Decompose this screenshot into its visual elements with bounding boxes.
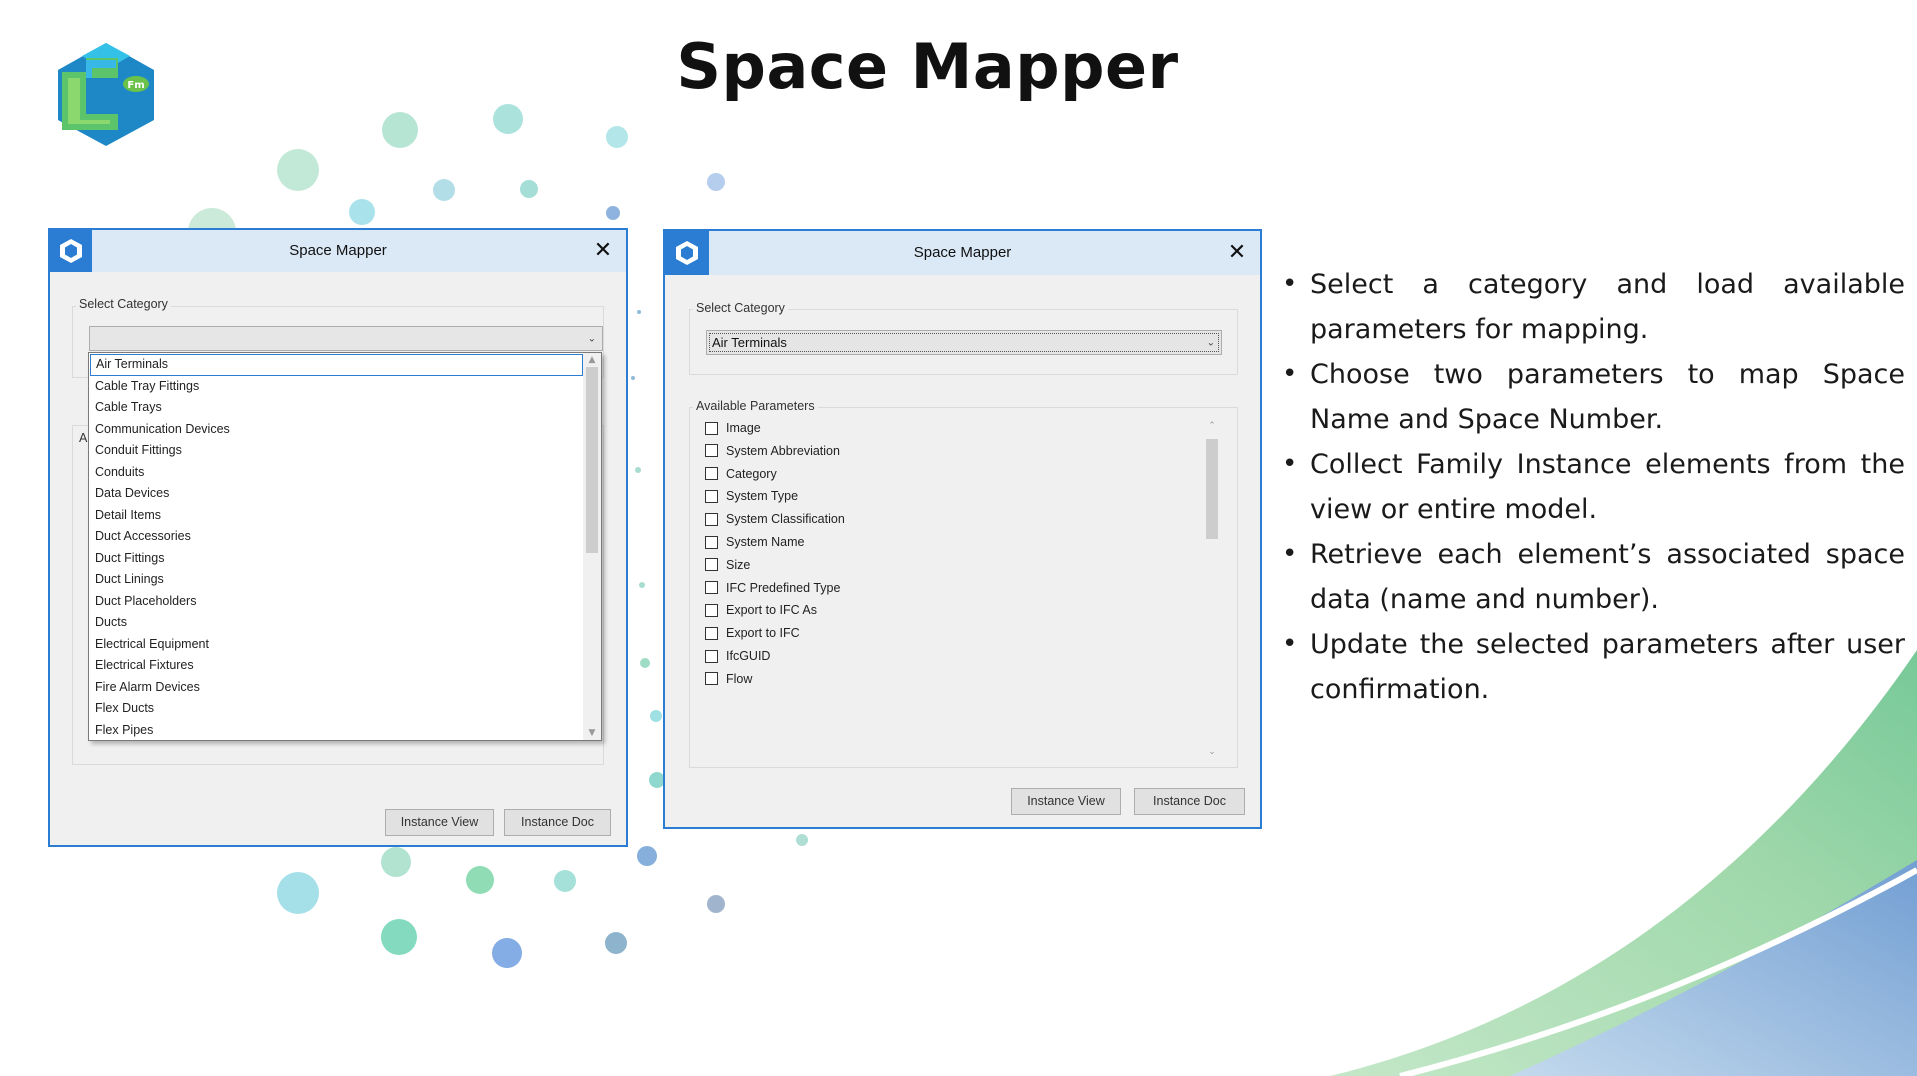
parameter-checkbox[interactable] [705,535,718,549]
dropdown-item[interactable]: Cable Tray Fittings [90,376,583,398]
dropdown-item[interactable]: Conduits [90,462,583,484]
chevron-down-icon[interactable]: ▼ [583,726,601,740]
parameter-row[interactable]: System Type [705,485,798,507]
parameter-label: System Abbreviation [726,443,840,458]
dropdown-item[interactable]: Electrical Equipment [90,634,583,656]
corner-swoosh [1330,650,1917,1076]
parameter-checkbox[interactable] [705,512,718,526]
parameter-checkbox[interactable] [705,558,718,572]
parameter-label: System Classification [726,512,845,527]
dropdown-item[interactable]: Fire Alarm Devices [90,677,583,699]
scroll-thumb[interactable] [1206,439,1218,539]
parameter-label: IFC Predefined Type [726,580,841,595]
dropdown-item[interactable]: Data Devices [90,483,583,505]
dropdown-item[interactable]: Duct Accessories [90,526,583,548]
parameter-row[interactable]: Export to IFC As [705,599,817,621]
window-title: Space Mapper [913,244,1012,261]
bullet-item: Update the selected parameters after use… [1282,622,1905,712]
dropdown-item[interactable]: Cable Trays [90,397,583,419]
parameter-checkbox[interactable] [705,672,718,686]
feature-bullet-list: Select a category and load available par… [1280,262,1905,712]
instance-view-button[interactable]: Instance View [1011,788,1121,815]
dropdown-item[interactable]: Flex Ducts [90,698,583,720]
parameter-checkbox[interactable] [705,489,718,503]
parameter-label: Flow [726,671,753,686]
parameter-checkbox[interactable] [705,626,718,640]
bullet-item: Select a category and load available par… [1282,262,1905,352]
left-space-mapper-window: Space Mapper ✕ Select Category ⌄ A Insta… [48,228,628,847]
chevron-down-icon[interactable]: ⌄ [1203,745,1221,759]
parameter-checkbox[interactable] [705,421,718,435]
parameter-checkbox[interactable] [705,467,718,481]
dropdown-item[interactable]: Conduit Fittings [90,440,583,462]
dropdown-item[interactable]: Detail Items [90,505,583,527]
dropdown-item[interactable]: Duct Fittings [90,548,583,570]
bullet-item: Collect Family Instance elements from th… [1282,442,1905,532]
parameter-row[interactable]: Export to IFC [705,622,800,644]
combo-value: Air Terminals [712,335,787,350]
parameter-row[interactable]: Image [705,417,761,439]
parameter-label: Export to IFC [726,626,800,641]
available-parameters-label: Available Parameters [693,399,818,413]
chevron-up-icon[interactable]: ▲ [583,353,601,367]
parameter-row[interactable]: Flow [705,668,752,690]
parameter-row[interactable]: IfcGUID [705,645,770,667]
parameter-label: IfcGUID [726,649,771,663]
scroll-thumb[interactable] [586,367,598,553]
close-icon[interactable]: ✕ [588,236,618,266]
dropdown-item[interactable]: Duct Placeholders [90,591,583,613]
instance-view-button[interactable]: Instance View [385,809,494,836]
dropdown-item[interactable]: Communication Devices [90,419,583,441]
chevron-down-icon: ⌄ [1206,337,1215,348]
parameter-row[interactable]: Size [705,554,750,576]
bullet-item: Choose two parameters to map Space Name … [1282,352,1905,442]
dropdown-items: Air Terminals Cable Tray Fittings Cable Tr… [90,354,583,741]
parameter-row[interactable]: Category [705,463,777,485]
parameter-label: Category [726,466,777,481]
close-icon[interactable]: ✕ [1222,238,1252,268]
parameter-label: Image [726,421,761,435]
parameter-checkbox[interactable] [705,603,718,617]
category-combobox[interactable]: Air Terminals ⌄ [706,330,1222,355]
window-title: Space Mapper [289,242,387,259]
parameter-row[interactable]: System Abbreviation [705,440,840,462]
parameter-row[interactable]: System Name [705,531,805,553]
parameter-row[interactable]: IFC Predefined Type [705,577,840,599]
dropdown-item[interactable]: Electrical Fixtures [90,655,583,677]
chevron-up-icon[interactable]: ⌃ [1203,419,1221,433]
dropdown-item[interactable]: Duct Linings [90,569,583,591]
dropdown-scrollbar[interactable]: ▲ ▼ [583,353,601,740]
parameter-label: Size [726,557,751,572]
company-logo: Fm [58,43,154,146]
parameter-label: Export to IFC As [726,603,818,618]
bullet-item: Retrieve each element’s associated space… [1282,532,1905,622]
right-space-mapper-window: Space Mapper ✕ Select Category Air Termi… [663,229,1262,829]
parameter-label: System Type [726,489,799,504]
parameters-scrollbar[interactable]: ⌃ ⌄ [1203,419,1221,759]
page-title: Space Mapper [676,30,1179,103]
hex-logo-icon [665,231,709,275]
chevron-down-icon: ⌄ [587,333,596,344]
dropdown-item[interactable]: Air Terminals [90,354,583,376]
category-dropdown-list[interactable]: Air Terminals Cable Tray Fittings Cable Tr… [88,352,602,741]
dropdown-item[interactable]: Flex Pipes [90,720,583,741]
dropdown-item[interactable]: Ducts [90,612,583,634]
instance-doc-button[interactable]: Instance Doc [504,809,611,836]
parameter-label: System Name [726,535,805,549]
parameter-row[interactable]: System Classification [705,508,845,530]
logo-text: Fm [127,80,144,91]
select-category-label: Select Category [693,301,788,315]
hex-logo-icon [50,230,92,272]
parameter-checkbox[interactable] [705,581,718,595]
parameter-checkbox[interactable] [705,649,718,663]
instance-doc-button[interactable]: Instance Doc [1134,788,1245,815]
parameter-checklist: Image System Abbreviation Category System T… [689,417,1209,762]
select-category-label: Select Category [76,297,171,311]
category-combobox[interactable]: ⌄ [89,326,603,351]
parameter-checkbox[interactable] [705,444,718,458]
